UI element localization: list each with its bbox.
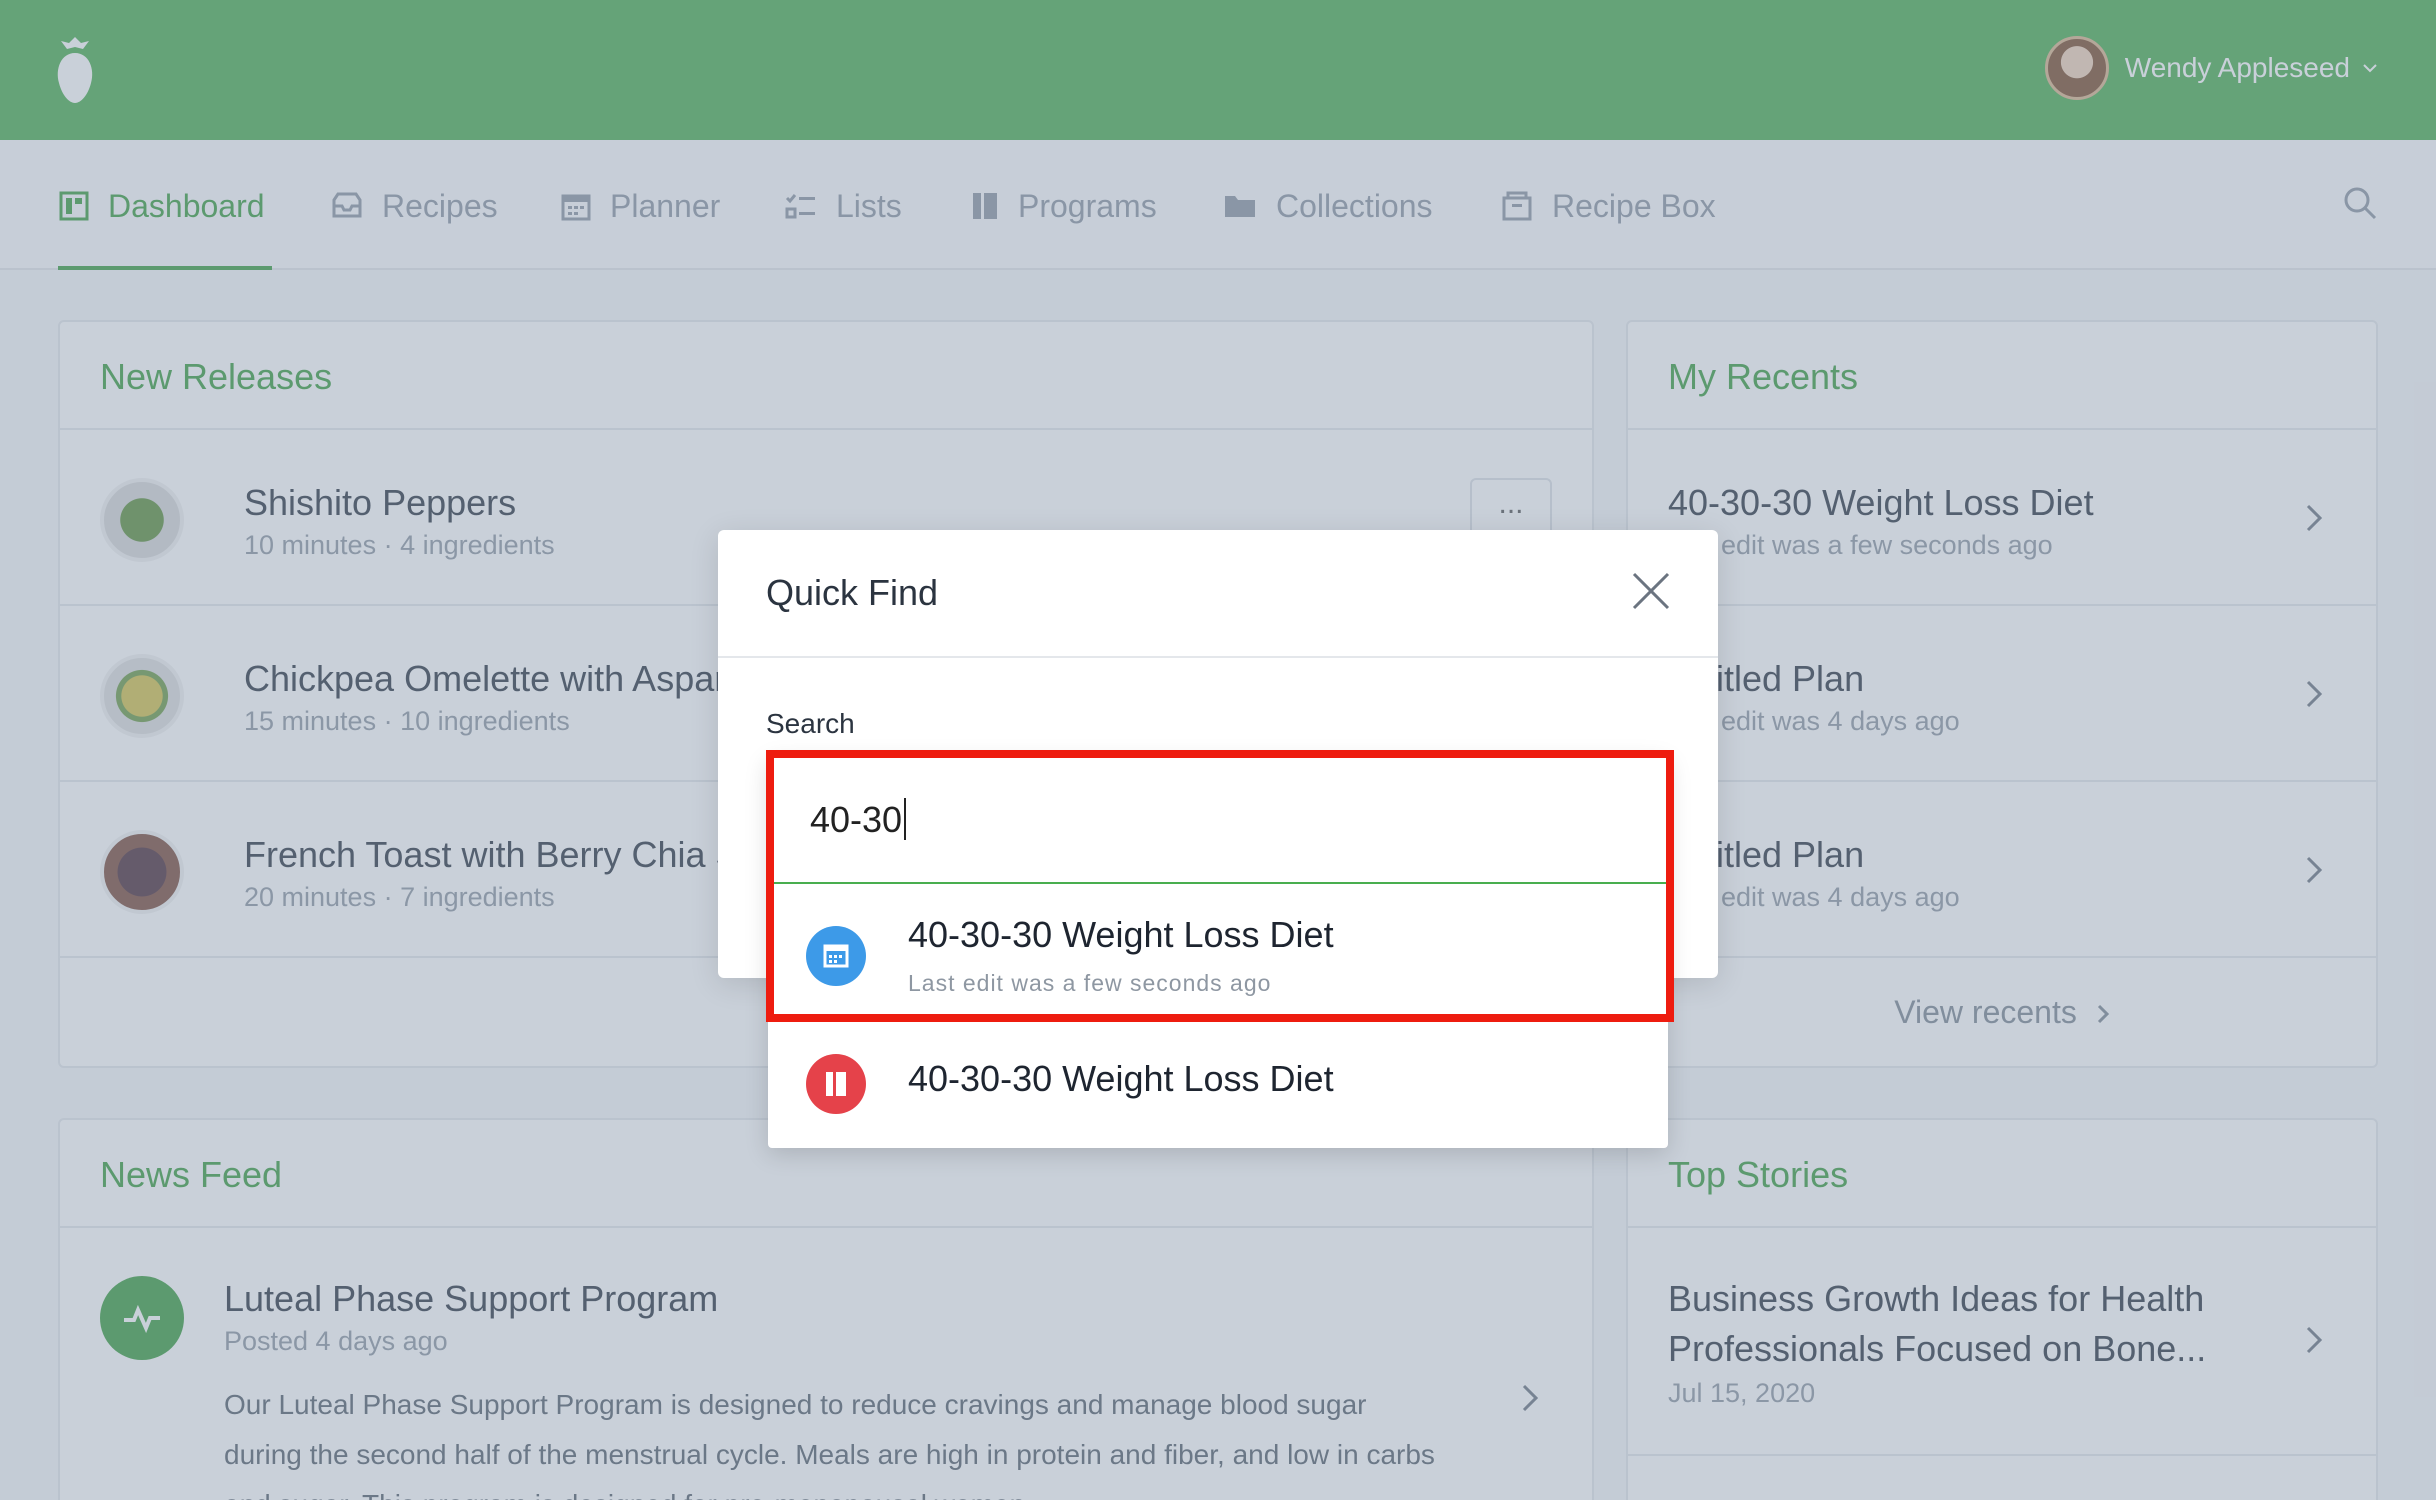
search-label: Search xyxy=(766,708,855,739)
annotation-highlight-box xyxy=(766,750,1674,1022)
result-badge xyxy=(806,1054,866,1114)
book-icon xyxy=(826,1072,846,1096)
modal-title: Quick Find xyxy=(766,572,939,613)
modal-header: Quick Find xyxy=(718,530,1718,658)
result-title: 40-30-30 Weight Loss Diet xyxy=(908,1058,1334,1099)
close-icon[interactable] xyxy=(1630,570,1672,612)
search-result[interactable]: 40-30-30 Weight Loss Diet xyxy=(768,1018,1668,1150)
